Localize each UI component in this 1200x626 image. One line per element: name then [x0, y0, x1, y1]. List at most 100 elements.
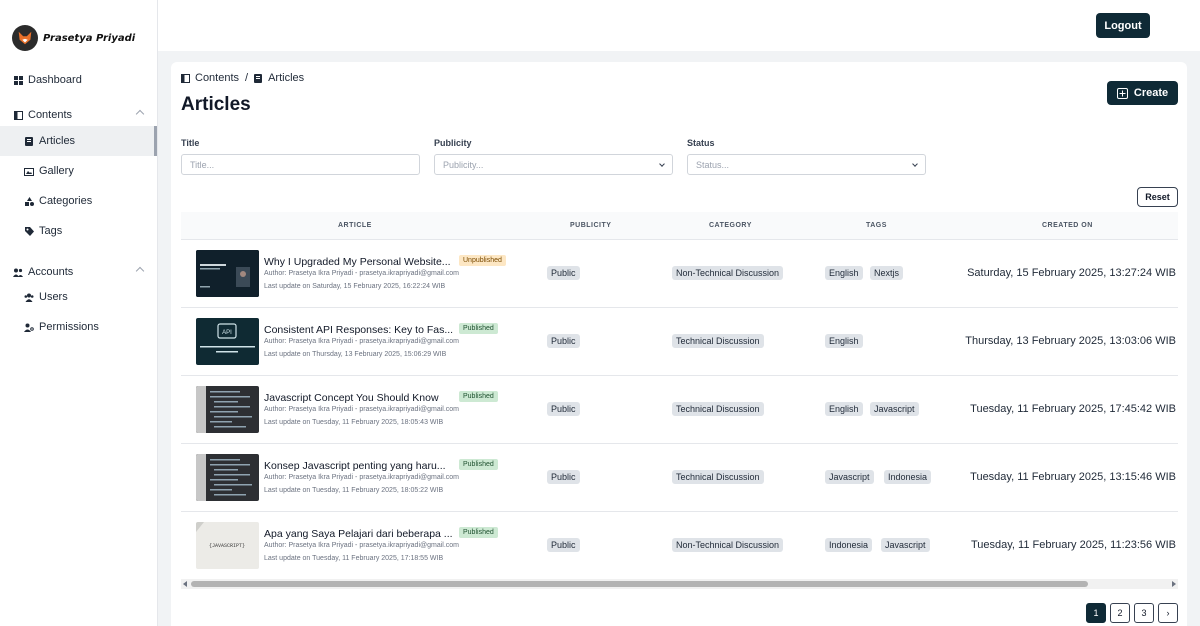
article-updated: Last update on Tuesday, 11 February 2025…: [264, 487, 444, 494]
status-filter-label: Status: [687, 138, 715, 148]
contents-icon: [181, 73, 190, 83]
table-row[interactable]: Konsep Javascript penting yang haru... P…: [181, 443, 1178, 511]
chevron-up-icon: [135, 266, 145, 276]
title-filter-label: Title: [181, 138, 200, 148]
pagination-page-2[interactable]: 2: [1110, 603, 1130, 623]
scrollbar-thumb[interactable]: [191, 581, 1088, 587]
status-badge: Published: [459, 323, 498, 334]
tag-badge: English: [825, 334, 863, 348]
article-author: Author: Prasetya Ikra Priyadi - prasetya…: [264, 542, 460, 549]
created-on: Saturday, 15 February 2025, 13:27:24 WIB: [967, 267, 1176, 279]
article-updated: Last update on Tuesday, 11 February 2025…: [264, 419, 444, 426]
sidebar-item-label: Gallery: [39, 165, 74, 177]
sidebar-item-dashboard[interactable]: Dashboard: [0, 65, 157, 95]
created-on: Tuesday, 11 February 2025, 17:45:42 WIB: [970, 403, 1176, 415]
scroll-right-icon[interactable]: [1172, 581, 1176, 587]
sidebar-item-users[interactable]: Users: [0, 282, 157, 312]
svg-text:{JAVASCRIPT}: {JAVASCRIPT}: [209, 543, 245, 549]
page-title: Articles: [181, 94, 251, 115]
dashboard-icon: [13, 75, 23, 85]
tag-badge: English: [825, 266, 863, 280]
reset-button[interactable]: Reset: [1137, 187, 1178, 207]
table-horizontal-scrollbar[interactable]: [181, 579, 1178, 589]
table-row[interactable]: Javascript Concept You Should Know Publi…: [181, 375, 1178, 443]
tag-badge: English: [825, 402, 863, 416]
article-thumbnail: [196, 250, 259, 297]
sidebar-item-label: Categories: [39, 195, 93, 207]
article-title[interactable]: Apa yang Saya Pelajari dari beberapa ...: [264, 528, 453, 540]
fox-logo-icon: [12, 25, 38, 51]
sidebar-item-tags[interactable]: Tags: [0, 216, 157, 246]
article-updated: Last update on Thursday, 13 February 202…: [264, 351, 447, 358]
breadcrumb-contents[interactable]: Contents: [195, 72, 239, 84]
article-thumbnail: [196, 454, 259, 501]
sidebar-item-label: Contents: [28, 109, 73, 121]
column-header-created-on: CREATED ON: [1042, 222, 1093, 229]
tag-badge: Javascript: [825, 470, 874, 484]
tag-icon: [24, 226, 34, 236]
pagination-page-1[interactable]: 1: [1086, 603, 1106, 623]
categories-icon: [24, 196, 34, 206]
chevron-up-icon: [135, 109, 145, 119]
table-header: ARTICLE PUBLICITY CATEGORY TAGS CREATED …: [181, 212, 1178, 239]
sidebar-item-categories[interactable]: Categories: [0, 186, 157, 216]
sidebar: Prasetya Priyadi Dashboard Contents Arti…: [0, 0, 158, 626]
column-header-category: CATEGORY: [709, 222, 752, 229]
table-row[interactable]: API Consistent API Responses: Key to Fas…: [181, 307, 1178, 375]
create-label: Create: [1133, 87, 1169, 99]
article-author: Author: Prasetya Ikra Priyadi - prasetya…: [264, 270, 460, 277]
logout-button[interactable]: Logout: [1096, 13, 1150, 38]
category-badge: Technical Discussion: [672, 470, 764, 484]
gallery-icon: [24, 166, 34, 176]
status-select[interactable]: Status...: [687, 154, 926, 175]
status-badge: Published: [459, 391, 498, 402]
category-badge: Technical Discussion: [672, 334, 764, 348]
accounts-icon: [13, 267, 23, 277]
tag-badge: Nextjs: [870, 266, 904, 280]
sidebar-item-label: Dashboard: [28, 74, 82, 86]
publicity-badge: Public: [547, 470, 580, 484]
sidebar-item-label: Users: [39, 291, 68, 303]
article-title[interactable]: Konsep Javascript penting yang haru...: [264, 460, 446, 472]
article-title[interactable]: Why I Upgraded My Personal Website...: [264, 256, 451, 268]
publicity-select[interactable]: Publicity...: [434, 154, 673, 175]
chevron-down-icon: [659, 161, 665, 167]
category-badge: Non-Technical Discussion: [672, 266, 784, 280]
publicity-badge: Public: [547, 266, 580, 280]
publicity-badge: Public: [547, 402, 580, 416]
sidebar-item-label: Permissions: [39, 321, 99, 333]
article-title[interactable]: Javascript Concept You Should Know: [264, 392, 439, 404]
title-placeholder: Title...: [190, 159, 215, 170]
category-badge: Technical Discussion: [672, 402, 764, 416]
contents-icon: [13, 110, 23, 120]
sidebar-item-permissions[interactable]: Permissions: [0, 312, 157, 342]
status-badge: Published: [459, 527, 498, 538]
content-card: Contents / Articles Articles Create Titl…: [171, 62, 1187, 626]
sidebar-item-gallery[interactable]: Gallery: [0, 156, 157, 186]
create-button[interactable]: Create: [1107, 81, 1178, 105]
tag-badge: Indonesia: [884, 470, 932, 484]
table-row[interactable]: Why I Upgraded My Personal Website... Un…: [181, 239, 1178, 307]
article-thumbnail: {JAVASCRIPT}: [196, 522, 259, 569]
users-icon: [24, 292, 34, 302]
scroll-left-icon[interactable]: [183, 581, 187, 587]
status-badge: Unpublished: [459, 255, 506, 266]
column-header-tags: TAGS: [866, 222, 887, 229]
tag-badge: Javascript: [870, 402, 919, 416]
article-author: Author: Prasetya Ikra Priyadi - prasetya…: [264, 338, 460, 345]
pagination-page-3[interactable]: 3: [1134, 603, 1154, 623]
title-filter-input[interactable]: Title...: [181, 154, 420, 175]
sidebar-item-articles[interactable]: Articles: [0, 126, 157, 156]
publicity-placeholder: Publicity...: [443, 159, 484, 170]
article-thumbnail: [196, 386, 259, 433]
article-icon: [254, 73, 263, 83]
table-row[interactable]: {JAVASCRIPT} Apa yang Saya Pelajari dari…: [181, 511, 1178, 579]
articles-table: ARTICLE PUBLICITY CATEGORY TAGS CREATED …: [181, 212, 1178, 569]
article-thumbnail: API: [196, 318, 259, 365]
topbar: Logout: [158, 0, 1200, 51]
article-title[interactable]: Consistent API Responses: Key to Fas...: [264, 324, 453, 336]
created-on: Tuesday, 11 February 2025, 11:23:56 WIB: [970, 539, 1176, 551]
chevron-down-icon: [912, 161, 918, 167]
column-header-publicity: PUBLICITY: [570, 222, 612, 229]
pagination-next-button[interactable]: ›: [1158, 603, 1178, 623]
